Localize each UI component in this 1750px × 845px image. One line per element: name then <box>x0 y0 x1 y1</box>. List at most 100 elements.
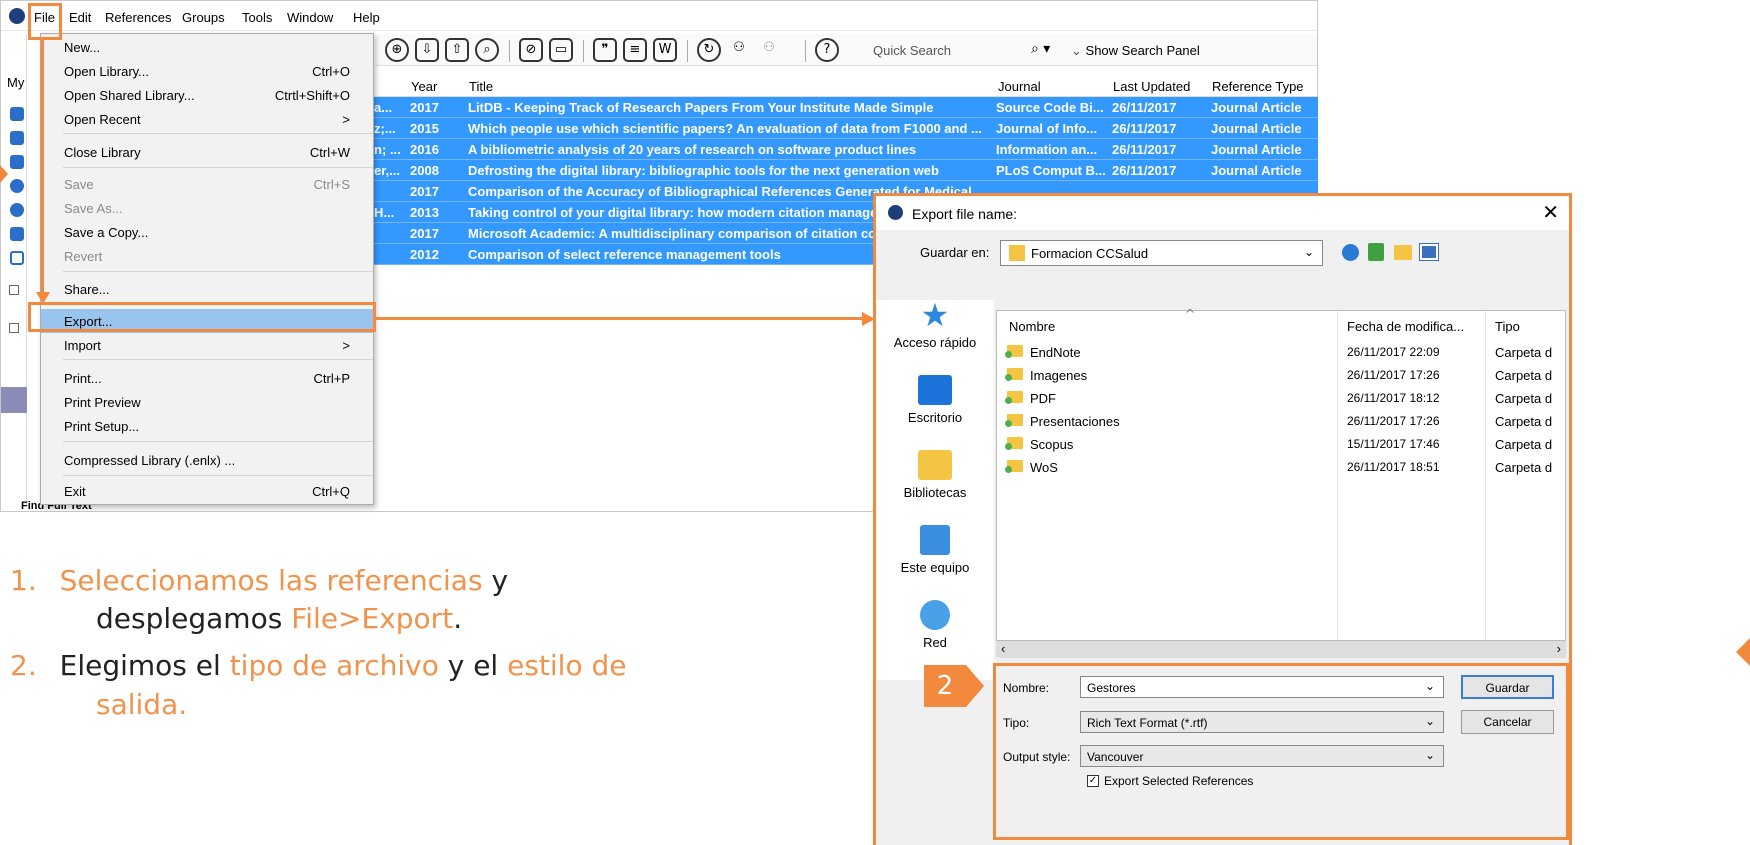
notes-icon[interactable] <box>10 227 24 241</box>
share-icon[interactable]: ⚇ <box>727 38 751 62</box>
col-type[interactable]: Tipo <box>1495 319 1520 334</box>
col-date[interactable]: Fecha de modifica... <box>1347 319 1464 334</box>
col-title[interactable]: Title <box>469 79 493 94</box>
scroll-left-icon[interactable]: ‹ <box>1001 641 1005 656</box>
online-search-icon[interactable]: ⊕ <box>385 38 409 62</box>
collapse-icon-2[interactable] <box>9 323 19 333</box>
layout-icon[interactable] <box>10 131 24 145</box>
col-last-updated[interactable]: Last Updated <box>1113 79 1190 94</box>
folder-icon[interactable]: ▭ <box>549 38 573 62</box>
cell-journal: Information an... <box>996 142 1098 157</box>
back-icon[interactable] <box>1342 244 1359 261</box>
col-name[interactable]: Nombre <box>1009 319 1055 334</box>
step-highlight: estilo de <box>507 649 627 682</box>
menu-item-save-as[interactable]: Save As... <box>41 196 373 220</box>
export-icon[interactable]: ⇧ <box>445 38 469 62</box>
trash-icon[interactable] <box>10 251 24 265</box>
place-network[interactable]: Red <box>876 600 994 650</box>
list-item[interactable]: Scopus 15/11/2017 17:46 Carpeta d <box>997 434 1567 457</box>
menu-item-shortcut: Ctrl+Q <box>312 484 350 499</box>
table-row[interactable]: a... 2017 LitDB - Keeping Track of Researc… <box>374 97 1318 118</box>
history-icon[interactable] <box>10 203 24 217</box>
search-icon[interactable]: ⌕ ▾ <box>1031 41 1050 57</box>
menu-item-revert[interactable]: Revert <box>41 244 373 268</box>
format-bibliography-icon[interactable]: ≡ <box>623 38 647 62</box>
list-item[interactable]: Imagenes 26/11/2017 17:26 Carpeta d <box>997 365 1567 388</box>
col-year[interactable]: Year <box>411 79 437 94</box>
name-label: Nombre: <box>1003 681 1050 695</box>
cancel-button[interactable]: Cancelar <box>1461 710 1554 734</box>
new-folder-icon[interactable] <box>1394 245 1412 260</box>
place-libraries[interactable]: Bibliotecas <box>876 450 994 500</box>
save-button[interactable]: Guardar <box>1461 675 1554 699</box>
show-search-panel-link[interactable]: ⌄ Show Search Panel <box>1071 43 1200 59</box>
collapse-icon[interactable] <box>9 285 19 295</box>
col-reference-type[interactable]: Reference Type <box>1212 79 1304 94</box>
word-icon[interactable]: W <box>653 38 677 62</box>
menu-item-share[interactable]: Share... <box>41 277 373 301</box>
menu-item-import[interactable]: Import > <box>41 333 373 357</box>
table-row[interactable]: er,... 2008 Defrosting the digital library… <box>374 160 1318 181</box>
import-icon[interactable]: ⇩ <box>415 38 439 62</box>
export-dialog: Export file name: ✕ Guardar en: Formacio… <box>873 193 1572 845</box>
export-selected-checkbox[interactable]: ✓ <box>1087 775 1099 787</box>
menu-item-save-a-copy[interactable]: Save a Copy... <box>41 220 373 244</box>
menu-item-print[interactable]: Print... Ctrl+P <box>41 366 373 390</box>
insert-citation-icon[interactable]: ❞ <box>593 38 617 62</box>
close-icon[interactable]: ✕ <box>1542 200 1559 224</box>
menu-item-exit[interactable]: Exit Ctrl+Q <box>41 479 373 503</box>
link-icon[interactable]: ⊘ <box>519 38 543 62</box>
quick-search-input[interactable]: Quick Search <box>873 43 951 58</box>
menu-edit[interactable]: Edit <box>69 10 91 25</box>
place-quick-access[interactable]: ★ Acceso rápido <box>876 299 994 350</box>
find-pdf-icon[interactable]: ⌕ <box>475 38 499 62</box>
filename-input[interactable]: Gestores ⌄ <box>1080 676 1444 698</box>
menu-item-close-library[interactable]: Close Library Ctrl+W <box>41 140 373 164</box>
folder-icon <box>1005 391 1023 404</box>
cell-journal: Journal of Info... <box>996 121 1098 136</box>
help-icon[interactable]: ? <box>815 38 839 62</box>
menu-item-open-recent[interactable]: Open Recent > <box>41 107 373 131</box>
scroll-right-icon[interactable]: › <box>1557 641 1561 656</box>
export-selected-label[interactable]: Export Selected References <box>1104 774 1253 788</box>
view-menu-icon[interactable] <box>1419 243 1439 261</box>
menu-item-print-setup[interactable]: Print Setup... <box>41 414 373 438</box>
step-2-cont: salida. <box>96 686 187 724</box>
list-item[interactable]: PDF 26/11/2017 18:12 Carpeta d <box>997 388 1567 411</box>
menu-separator <box>63 271 373 272</box>
up-folder-icon[interactable] <box>1368 243 1384 261</box>
menu-item-new[interactable]: New... <box>41 35 373 59</box>
list-item[interactable]: WoS 26/11/2017 18:51 Carpeta d <box>997 457 1567 480</box>
list-item[interactable]: Presentaciones 26/11/2017 17:26 Carpeta d <box>997 411 1567 434</box>
menu-tools[interactable]: Tools <box>242 10 272 25</box>
menu-item-label: Print Preview <box>64 395 141 410</box>
menu-item-open-library[interactable]: Open Library... Ctrl+O <box>41 59 373 83</box>
horizontal-scrollbar[interactable]: ‹ › <box>996 640 1566 658</box>
library-icon[interactable] <box>10 107 24 121</box>
download-icon[interactable] <box>10 155 24 169</box>
annotation-line <box>41 40 44 295</box>
menu-references[interactable]: References <box>105 10 171 25</box>
table-row[interactable]: n; ... 2016 A bibliometric analysis of 20 … <box>374 139 1318 160</box>
menu-help[interactable]: Help <box>353 10 380 25</box>
menu-groups[interactable]: Groups <box>182 10 225 25</box>
place-this-pc[interactable]: Este equipo <box>876 525 994 575</box>
save-in-select[interactable]: Formacion CCSalud ⌄ <box>1000 240 1323 266</box>
file-type-select[interactable]: Rich Text Format (*.rtf) ⌄ <box>1080 711 1444 733</box>
sync-toolbar-icon[interactable]: ↻ <box>697 38 721 62</box>
list-item[interactable]: EndNote 26/11/2017 22:09 Carpeta d <box>997 342 1567 365</box>
step-text: desplegamos <box>96 602 292 635</box>
menu-item-save[interactable]: Save Ctrl+S <box>41 172 373 196</box>
menu-item-compressed-library[interactable]: Compressed Library (.enlx) ... <box>41 448 373 472</box>
menu-item-open-shared-library[interactable]: Open Shared Library... Ctrtl+Shift+O <box>41 83 373 107</box>
table-row[interactable]: z;... 2015 Which people use which scientif… <box>374 118 1318 139</box>
menu-window[interactable]: Window <box>287 10 333 25</box>
menu-item-label: Share... <box>64 282 110 297</box>
place-desktop[interactable]: Escritorio <box>876 375 994 425</box>
menu-item-shortcut: Ctrtl+Shift+O <box>274 88 350 103</box>
output-style-select[interactable]: Vancouver ⌄ <box>1080 745 1444 767</box>
menu-item-print-preview[interactable]: Print Preview <box>41 390 373 414</box>
sync-icon[interactable] <box>10 179 24 193</box>
share-menu-icon[interactable]: ⚇ <box>757 38 781 62</box>
col-journal[interactable]: Journal <box>998 79 1041 94</box>
